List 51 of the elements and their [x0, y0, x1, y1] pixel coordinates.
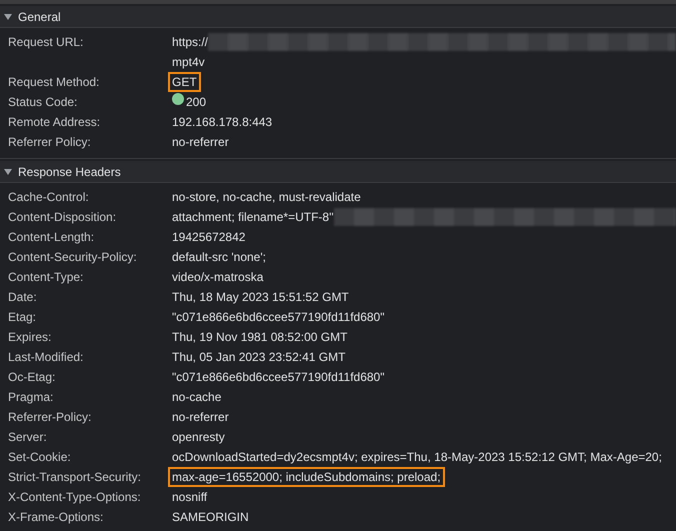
- header-value: no-cache: [172, 389, 222, 406]
- header-name: Oc-Etag:: [7, 369, 56, 386]
- header-name: Set-Cookie:: [7, 449, 72, 466]
- section-header[interactable]: Response Headers: [0, 161, 676, 183]
- header-value: nosniff: [172, 489, 208, 506]
- header-value: Thu, 19 Nov 1981 08:52:00 GMT: [172, 329, 348, 346]
- header-value: mpt4v: [172, 54, 206, 71]
- header-value: no-referrer: [172, 134, 229, 151]
- header-value: 192.168.178.8:443: [172, 114, 272, 131]
- header-name: X-Frame-Options:: [7, 509, 104, 526]
- header-name: Request URL:: [7, 34, 84, 51]
- section-title: Response Headers: [18, 164, 121, 180]
- header-name: Content-Security-Policy:: [7, 249, 138, 266]
- header-name: Expires:: [7, 329, 52, 346]
- header-name: Date:: [7, 289, 38, 306]
- header-value: max-age=16552000; includeSubdomains; preload;: [168, 467, 445, 487]
- header-value: GET: [168, 72, 201, 92]
- header-name: Remote Address:: [7, 114, 102, 131]
- header-name: Etag:: [7, 309, 38, 326]
- header-name: Request Method:: [7, 74, 100, 91]
- header-name: Strict-Transport-Security:: [7, 469, 142, 486]
- header-value: no-referrer: [172, 409, 229, 426]
- header-value: default-src 'none';: [172, 249, 266, 266]
- header-value: video/x-matroska: [172, 269, 264, 286]
- header-name: X-Content-Type-Options:: [7, 489, 142, 506]
- header-value: https://: [172, 34, 208, 51]
- header-value: attachment; filename*=UTF-8'': [172, 209, 334, 226]
- header-value: 19425672842: [172, 229, 246, 246]
- header-name: Cache-Control:: [7, 189, 90, 206]
- header-value: "c071e866e6bd6ccee577190fd11fd680": [172, 309, 384, 326]
- header-name: Last-Modified:: [7, 349, 84, 366]
- header-name: Content-Disposition:: [7, 209, 118, 226]
- section-title: General: [18, 8, 61, 26]
- header-value: ocDownloadStarted=dy2ecsmpt4v; expires=Thu, 18-May-2023 15:52:12 GMT; Max-Age=20;: [172, 449, 662, 466]
- triangle-icon: [4, 14, 12, 20]
- section-header[interactable]: General: [0, 6, 676, 28]
- header-value: no-store, no-cache, must-revalidate: [172, 189, 361, 206]
- header-name: Pragma:: [7, 389, 54, 406]
- header-name: Referrer Policy:: [7, 134, 92, 151]
- header-name: Server:: [7, 429, 48, 446]
- header-value: "c071e866e6bd6ccee577190fd11fd680": [172, 369, 384, 386]
- header-value: Thu, 18 May 2023 15:51:52 GMT: [172, 289, 349, 306]
- header-name: Referrer-Policy:: [7, 409, 92, 426]
- header-value: SAMEORIGIN: [172, 509, 249, 526]
- header-value: 200: [186, 94, 206, 111]
- header-name: Content-Type:: [7, 269, 84, 286]
- header-name: Content-Length:: [7, 229, 96, 246]
- header-value: Thu, 05 Jan 2023 23:52:41 GMT: [172, 349, 346, 366]
- header-value: openresty: [172, 429, 225, 446]
- triangle-icon: [4, 168, 12, 174]
- header-name: Status Code:: [7, 94, 78, 111]
